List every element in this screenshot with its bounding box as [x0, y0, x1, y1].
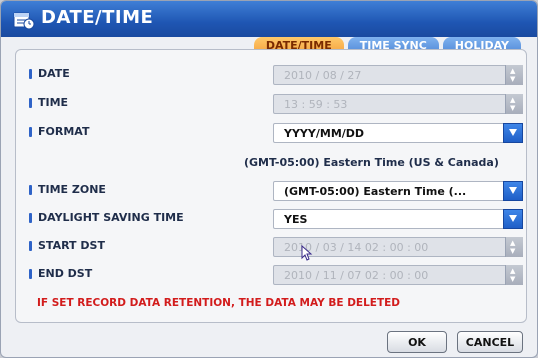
spin-up-icon: ▲ — [510, 96, 516, 104]
time-label: TIME — [38, 96, 69, 109]
time-spinner: ▲ ▼ — [505, 94, 523, 114]
title-bar: DATE/TIME — [1, 1, 537, 37]
time-zone-select[interactable]: (GMT-05:00) Eastern Time (... — [273, 181, 523, 201]
chevron-down-icon — [509, 129, 517, 136]
spin-down-icon: ▼ — [510, 275, 516, 283]
bullet-icon — [29, 69, 32, 79]
format-select[interactable]: YYYY/MM/DD — [273, 123, 523, 143]
dst-select[interactable]: YES — [273, 209, 523, 229]
end-dst-field: 2010 / 11 / 07 02 : 00 : 00 ▲ ▼ — [273, 265, 523, 285]
end-dst-label: END DST — [38, 267, 93, 280]
spin-down-icon: ▼ — [510, 75, 516, 83]
chevron-down-icon — [509, 215, 517, 222]
row-date: DATE 2010 / 08 / 27 ▲ ▼ — [1, 63, 537, 85]
end-dst-spinner: ▲ ▼ — [505, 265, 523, 285]
ok-button[interactable]: OK — [387, 331, 447, 353]
end-dst-value: 2010 / 11 / 07 02 : 00 : 00 — [284, 269, 429, 282]
dst-value: YES — [284, 213, 308, 226]
chevron-down-icon — [509, 187, 517, 194]
time-zone-dropdown-button[interactable] — [503, 181, 523, 201]
date-field: 2010 / 08 / 27 ▲ ▼ — [273, 65, 523, 85]
spin-up-icon: ▲ — [510, 67, 516, 75]
row-start-dst: START DST 2010 / 03 / 14 02 : 00 : 00 ▲ ▼ — [1, 235, 537, 257]
date-value: 2010 / 08 / 27 — [284, 69, 362, 82]
bullet-icon — [29, 241, 32, 251]
dst-dropdown-button[interactable] — [503, 209, 523, 229]
timezone-info: (GMT-05:00) Eastern Time (US & Canada) — [244, 156, 499, 169]
row-time: TIME 13 : 59 : 53 ▲ ▼ — [1, 92, 537, 114]
time-zone-label: TIME ZONE — [38, 183, 106, 196]
bullet-icon — [29, 127, 32, 137]
start-dst-spinner: ▲ ▼ — [505, 237, 523, 257]
row-time-zone: TIME ZONE (GMT-05:00) Eastern Time (... — [1, 179, 537, 201]
calendar-clock-icon — [13, 12, 35, 30]
dst-label: DAYLIGHT SAVING TIME — [38, 211, 184, 224]
time-field: 13 : 59 : 53 ▲ ▼ — [273, 94, 523, 114]
spin-down-icon: ▼ — [510, 247, 516, 255]
format-value: YYYY/MM/DD — [284, 127, 365, 140]
window-title: DATE/TIME — [41, 7, 154, 28]
date-spinner: ▲ ▼ — [505, 65, 523, 85]
cancel-button[interactable]: CANCEL — [457, 331, 523, 353]
date-label: DATE — [38, 67, 70, 80]
spin-up-icon: ▲ — [510, 267, 516, 275]
format-dropdown-button[interactable] — [503, 123, 523, 143]
mouse-cursor-icon — [301, 245, 313, 261]
row-format: FORMAT YYYY/MM/DD — [1, 121, 537, 143]
warning-message: IF SET RECORD DATA RETENTION, THE DATA M… — [37, 297, 400, 309]
bullet-icon — [29, 269, 32, 279]
spin-down-icon: ▼ — [510, 104, 516, 112]
time-value: 13 : 59 : 53 — [284, 98, 348, 111]
format-label: FORMAT — [38, 125, 90, 138]
time-zone-value: (GMT-05:00) Eastern Time (... — [284, 185, 467, 198]
row-end-dst: END DST 2010 / 11 / 07 02 : 00 : 00 ▲ ▼ — [1, 263, 537, 285]
date-time-dialog: DATE/TIME DATE/TIME TIME SYNC HOLIDAY DA… — [0, 0, 538, 358]
start-dst-label: START DST — [38, 239, 105, 252]
bullet-icon — [29, 185, 32, 195]
bullet-icon — [29, 98, 32, 108]
bullet-icon — [29, 213, 32, 223]
row-dst: DAYLIGHT SAVING TIME YES — [1, 207, 537, 229]
spin-up-icon: ▲ — [510, 239, 516, 247]
